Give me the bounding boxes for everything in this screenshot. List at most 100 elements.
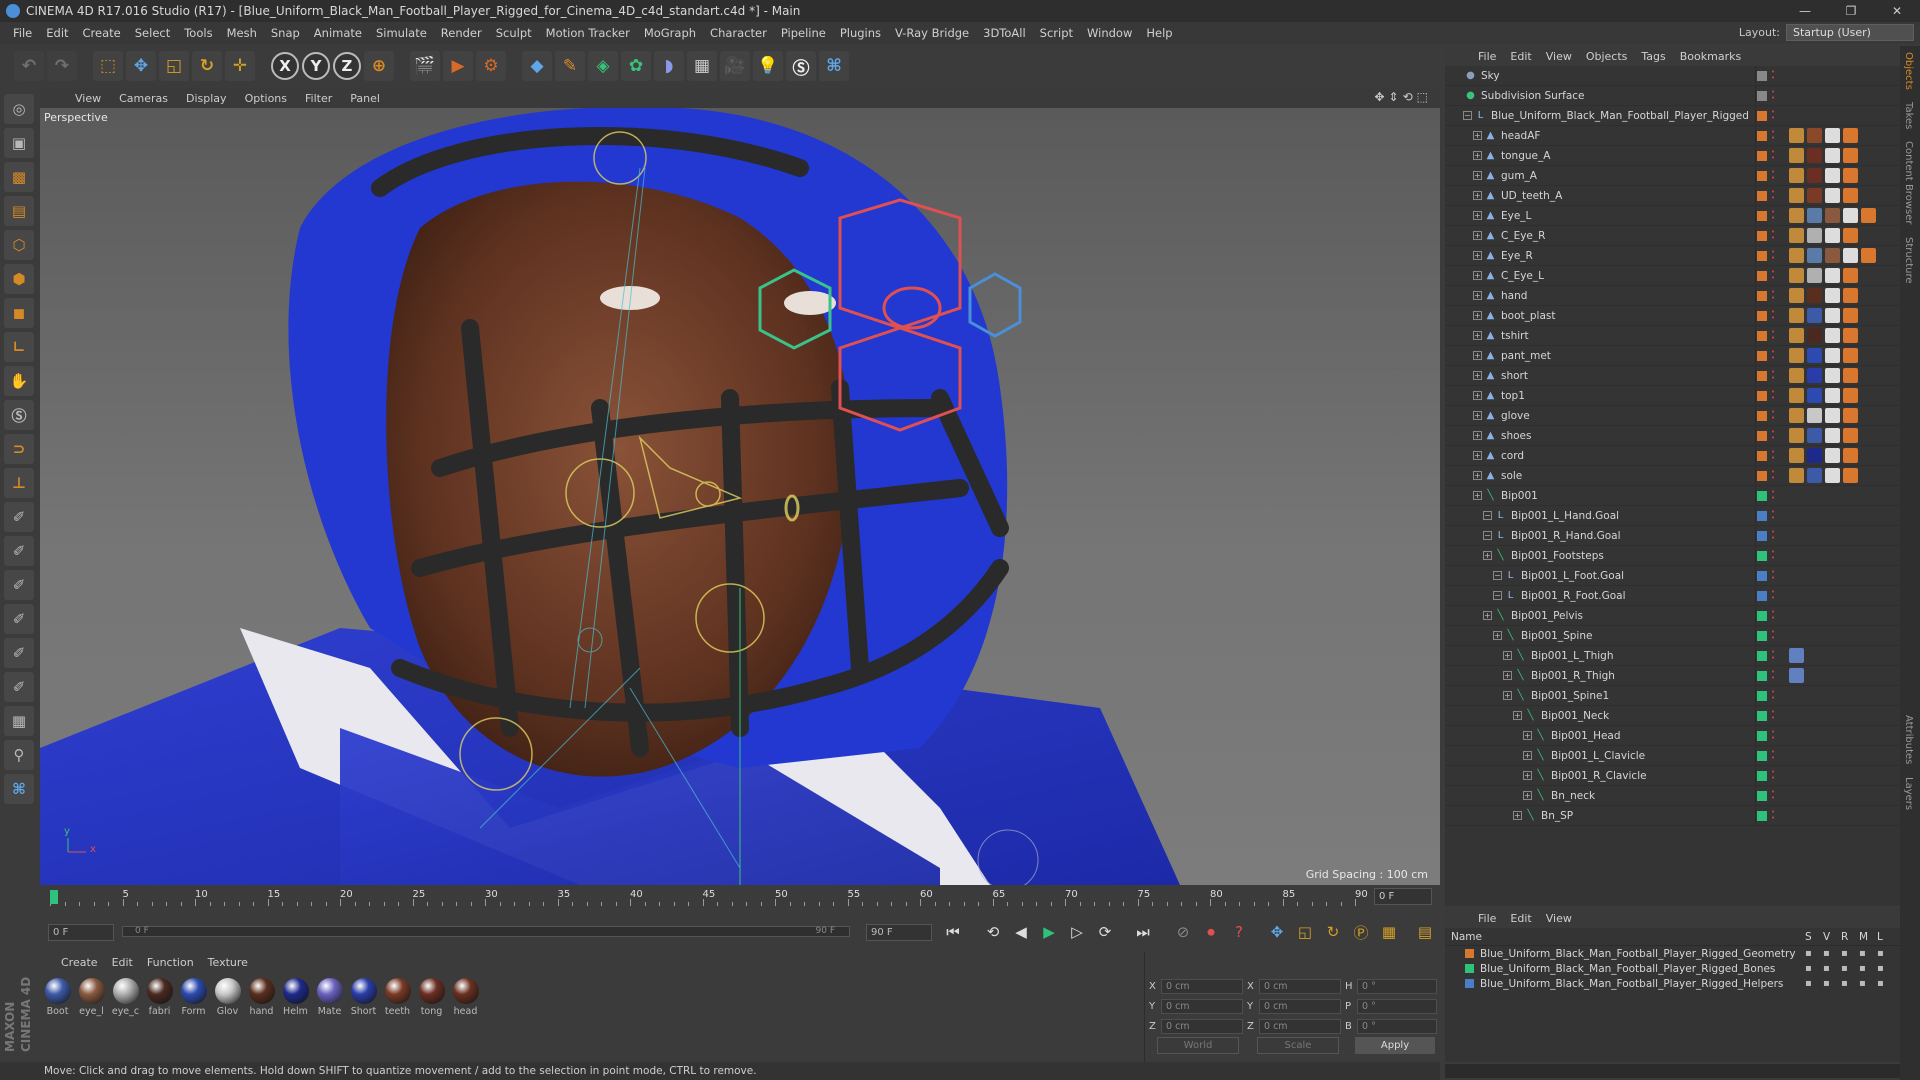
layer-render-icon[interactable]: ▪ <box>1841 948 1848 959</box>
next-frame-icon[interactable]: ▷ <box>1064 919 1090 945</box>
expand-toggle-icon[interactable]: + <box>1473 331 1482 340</box>
tag-icon[interactable] <box>1789 468 1804 483</box>
layout-dropdown[interactable]: Startup (User) <box>1786 24 1914 41</box>
python-icon[interactable]: ⌘ <box>819 51 849 81</box>
layer-color-flag[interactable] <box>1757 531 1767 541</box>
visibility-dots[interactable]: • • <box>1771 629 1777 642</box>
move-icon[interactable]: ✥ <box>126 51 156 81</box>
material-swatch[interactable]: Mate <box>314 978 345 1017</box>
tag-icon[interactable] <box>1825 368 1840 383</box>
tag-icon[interactable] <box>1843 208 1858 223</box>
layer-locked-icon[interactable]: ▪ <box>1877 978 1884 989</box>
python-script-icon[interactable]: ⌘ <box>4 774 34 804</box>
object-row[interactable]: + ╲ Bn_SP • • <box>1445 806 1900 826</box>
layer-color-flag[interactable] <box>1757 391 1767 401</box>
object-row[interactable]: + ▲ hand • • <box>1445 286 1900 306</box>
tag-icon[interactable] <box>1843 408 1858 423</box>
layer-visible-icon[interactable]: ▪ <box>1823 963 1830 974</box>
sculpt-smooth-icon[interactable]: ✐ <box>4 570 34 600</box>
tag-icon[interactable] <box>1807 148 1822 163</box>
expand-toggle-icon[interactable]: + <box>1523 791 1532 800</box>
vray-icon[interactable]: Ⓢ <box>786 51 816 81</box>
object-row[interactable]: + ▲ C_Eye_L • • <box>1445 266 1900 286</box>
expand-toggle-icon[interactable]: + <box>1503 671 1512 680</box>
object-row[interactable]: + ▲ short • • <box>1445 366 1900 386</box>
z-size-field[interactable]: 0 cm <box>1259 1019 1341 1034</box>
expand-toggle-icon[interactable]: + <box>1503 651 1512 660</box>
visibility-dots[interactable]: • • <box>1771 349 1777 362</box>
tag-icon[interactable] <box>1825 428 1840 443</box>
layer-render-icon[interactable]: ▪ <box>1841 963 1848 974</box>
tag-icon[interactable] <box>1825 188 1840 203</box>
viewport-menu-options[interactable]: Options <box>236 92 296 105</box>
layer-render-icon[interactable]: ▪ <box>1841 978 1848 989</box>
z-position-field[interactable]: 0 cm <box>1161 1019 1243 1034</box>
tag-icon[interactable] <box>1789 228 1804 243</box>
visibility-dots[interactable]: • • <box>1771 109 1777 122</box>
expand-toggle-icon[interactable]: + <box>1473 251 1482 260</box>
x-position-field[interactable]: 0 cm <box>1161 979 1243 994</box>
spline-pen-icon[interactable]: ✎ <box>555 51 585 81</box>
maximize-button[interactable]: ❐ <box>1828 0 1874 22</box>
expand-toggle-icon[interactable]: + <box>1473 211 1482 220</box>
viewport-menu-cameras[interactable]: Cameras <box>110 92 177 105</box>
visibility-dots[interactable]: • • <box>1771 569 1777 582</box>
object-row[interactable]: −●Sky•• <box>1445 66 1900 86</box>
object-row[interactable]: + ▲ C_Eye_R • • <box>1445 226 1900 246</box>
expand-toggle-icon[interactable]: + <box>1483 551 1492 560</box>
layer-color-flag[interactable] <box>1757 711 1767 721</box>
object-menu-edit[interactable]: Edit <box>1503 50 1538 63</box>
object-row[interactable]: + ▲ UD_teeth_A • • <box>1445 186 1900 206</box>
sculpt-pull-icon[interactable]: ✐ <box>4 536 34 566</box>
tag-icon[interactable] <box>1789 648 1804 663</box>
edges-mode-icon[interactable]: ⬢ <box>4 264 34 294</box>
tag-icon[interactable] <box>1807 408 1822 423</box>
layer-color-flag[interactable] <box>1757 191 1767 201</box>
tag-icon[interactable] <box>1807 128 1822 143</box>
tag-icon[interactable] <box>1789 328 1804 343</box>
layer-color-flag[interactable] <box>1757 411 1767 421</box>
object-menu-file[interactable]: File <box>1471 50 1503 63</box>
floor-icon[interactable]: ▦ <box>687 51 717 81</box>
tag-icon[interactable] <box>1789 368 1804 383</box>
layer-color-flag[interactable] <box>1757 571 1767 581</box>
expand-toggle-icon[interactable]: + <box>1473 231 1482 240</box>
object-menu-bookmarks[interactable]: Bookmarks <box>1673 50 1748 63</box>
redo-icon[interactable]: ↷ <box>47 51 77 81</box>
visibility-dots[interactable]: • • <box>1771 709 1777 722</box>
goto-start-icon[interactable]: ⏮ <box>940 919 966 945</box>
texture-mode-icon[interactable]: ▩ <box>4 162 34 192</box>
tag-icon[interactable] <box>1789 208 1804 223</box>
visibility-dots[interactable]: • • <box>1771 229 1777 242</box>
expand-toggle-icon[interactable]: + <box>1473 391 1482 400</box>
record-active-icon[interactable]: ⏺ <box>1198 919 1224 945</box>
tweak-mode-icon[interactable]: ✋ <box>4 366 34 396</box>
tag-icon[interactable] <box>1807 448 1822 463</box>
layer-color-swatch[interactable] <box>1465 979 1474 988</box>
layer-color-flag[interactable] <box>1757 791 1767 801</box>
visibility-dots[interactable]: • • <box>1771 789 1777 802</box>
menu-v-ray-bridge[interactable]: V-Ray Bridge <box>888 26 976 40</box>
layer-menu-view[interactable]: View <box>1539 912 1579 925</box>
tag-icon[interactable] <box>1843 308 1858 323</box>
object-row[interactable]: + ▲ tshirt • • <box>1445 326 1900 346</box>
tag-icon[interactable] <box>1807 268 1822 283</box>
visibility-dots[interactable]: • • <box>1771 669 1777 682</box>
visibility-dots[interactable]: • • <box>1771 409 1777 422</box>
b-rotation-field[interactable]: 0 ° <box>1357 1019 1437 1034</box>
tag-icon[interactable] <box>1789 348 1804 363</box>
object-row[interactable]: + ▲ top1 • • <box>1445 386 1900 406</box>
visibility-dots[interactable]: • • <box>1771 149 1777 162</box>
tag-icon[interactable] <box>1825 228 1840 243</box>
tag-icon[interactable] <box>1825 408 1840 423</box>
snap-icon[interactable]: Ⓢ <box>4 400 34 430</box>
start-frame-field[interactable]: 0 F <box>48 924 114 941</box>
tag-icon[interactable] <box>1807 188 1822 203</box>
visibility-dots[interactable]: • • <box>1771 769 1777 782</box>
previous-key-icon[interactable]: ⟲ <box>980 919 1006 945</box>
object-row[interactable]: − L Blue_Uniform_Black_Man_Football_Player… <box>1445 106 1900 126</box>
current-frame-field[interactable]: 0 F <box>1374 888 1432 905</box>
material-swatch[interactable]: Short <box>348 978 379 1017</box>
right-tab-attributes[interactable]: Attributes <box>1900 709 1917 770</box>
object-row[interactable]: + ╲ Bip001_Pelvis • • <box>1445 606 1900 626</box>
